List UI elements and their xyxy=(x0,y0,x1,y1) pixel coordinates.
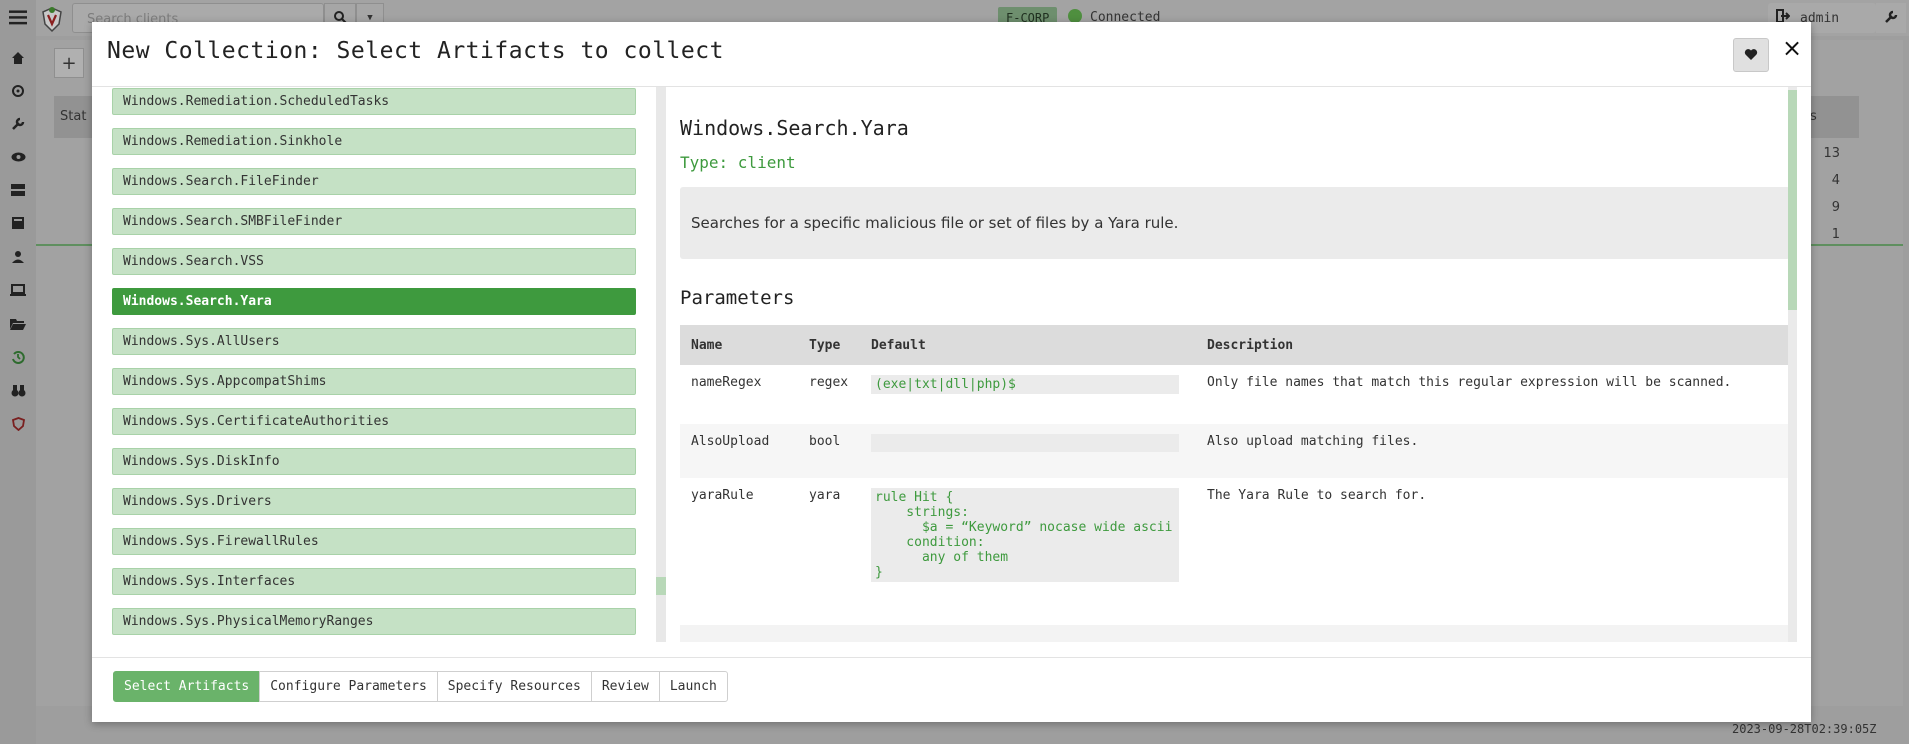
folder-open-icon[interactable] xyxy=(9,314,27,332)
history-icon[interactable] xyxy=(9,348,27,366)
artifact-list-item[interactable]: Windows.Search.VSS xyxy=(112,248,636,275)
param-type: regex xyxy=(809,375,849,390)
parameter-row-partial xyxy=(680,625,1790,642)
step-launch-button[interactable]: Launch xyxy=(658,671,728,702)
modal-title: New Collection: Select Artifacts to coll… xyxy=(107,38,724,64)
parameter-row: yaraRule yara rule Hit { strings: $a = “… xyxy=(680,478,1790,596)
artifact-list-item[interactable]: Windows.Remediation.ScheduledTasks xyxy=(112,88,636,115)
hamburger-icon[interactable] xyxy=(9,8,27,26)
column-header-default: Default xyxy=(860,325,1196,365)
artifact-list-item[interactable]: Windows.Sys.Drivers xyxy=(112,488,636,515)
eye-icon[interactable] xyxy=(9,148,27,166)
step-specify-resources-button[interactable]: Specify Resources xyxy=(436,671,592,702)
new-collection-modal: New Collection: Select Artifacts to coll… xyxy=(92,22,1811,722)
connection-status-icon xyxy=(1068,9,1082,23)
param-default-value: (exe|txt|dll|php)$ xyxy=(871,375,1179,394)
artifact-list-item[interactable]: Windows.Sys.AppcompatShims xyxy=(112,368,636,395)
app-sidebar xyxy=(0,0,36,744)
param-type: yara xyxy=(809,488,841,503)
home-icon[interactable] xyxy=(9,49,27,67)
param-default-cell: (exe|txt|dll|php)$ xyxy=(860,365,1196,424)
column-header-description: Description xyxy=(1196,325,1790,365)
shield-icon[interactable] xyxy=(9,415,27,433)
artifact-list: Windows.Remediation.ScheduledTasks Window… xyxy=(112,87,636,642)
param-description: The Yara Rule to search for. xyxy=(1207,488,1427,503)
param-description: Also upload matching files. xyxy=(1196,424,1790,478)
artifact-list-item[interactable]: Windows.Remediation.Sinkhole xyxy=(112,128,636,155)
artifact-list-item[interactable]: Windows.Sys.DiskInfo xyxy=(112,448,636,475)
step-review-button[interactable]: Review xyxy=(590,671,660,702)
step-select-artifacts-button[interactable]: Select Artifacts xyxy=(113,671,261,702)
artifact-list-item[interactable]: Windows.Sys.PhysicalMemoryRanges xyxy=(112,608,636,635)
param-name: yaraRule xyxy=(691,488,754,503)
app-logo xyxy=(41,5,63,33)
artifact-type: Type: client xyxy=(680,153,796,172)
step-configure-parameters-button[interactable]: Configure Parameters xyxy=(259,671,438,702)
modal-body: Windows.Remediation.ScheduledTasks Window… xyxy=(92,87,1811,642)
artifact-list-item[interactable]: Windows.Sys.FirewallRules xyxy=(112,528,636,555)
param-default-value xyxy=(871,434,1179,452)
parameters-table: Name Type Default Description nameRegex … xyxy=(680,325,1790,596)
parameter-row: AlsoUpload bool Also upload matching fil… xyxy=(680,424,1790,478)
artifact-list-item[interactable]: Windows.Sys.AllUsers xyxy=(112,328,636,355)
artifact-list-item[interactable]: Windows.Search.SMBFileFinder xyxy=(112,208,636,235)
artifact-list-item[interactable]: Windows.Search.Yara xyxy=(112,288,636,315)
artifact-list-item[interactable]: Windows.Search.FileFinder xyxy=(112,168,636,195)
param-default-cell xyxy=(860,424,1196,478)
param-default-cell: rule Hit { strings: $a = “Keyword” nocas… xyxy=(860,478,1196,596)
crosshair-icon[interactable] xyxy=(9,82,27,100)
artifact-list-scrollbar[interactable] xyxy=(656,87,666,642)
artifact-list-item[interactable]: Windows.Sys.Interfaces xyxy=(112,568,636,595)
binoculars-icon[interactable] xyxy=(9,381,27,399)
column-header-type: Type xyxy=(798,325,860,365)
server-icon[interactable] xyxy=(9,181,27,199)
param-name: AlsoUpload xyxy=(680,424,798,478)
artifact-list-item[interactable]: Windows.Sys.CertificateAuthorities xyxy=(112,408,636,435)
modal-footer: Select Artifacts Configure Parameters Spec… xyxy=(92,657,1811,723)
user-icon[interactable] xyxy=(9,248,27,266)
heart-icon xyxy=(1744,46,1758,65)
param-type: bool xyxy=(798,424,860,478)
detail-scroll-thumb[interactable] xyxy=(1788,90,1797,310)
column-header-name: Name xyxy=(680,325,798,365)
artifact-detail: Windows.Search.Yara Type: client Searche… xyxy=(680,87,1790,642)
background-header-end: s xyxy=(1810,109,1817,124)
modal-header: New Collection: Select Artifacts to coll… xyxy=(92,22,1811,87)
param-description: Only file names that match this regular … xyxy=(1207,375,1732,390)
wrench-icon xyxy=(1884,9,1898,28)
background-header-status: Stat xyxy=(60,109,87,124)
close-button[interactable]: × xyxy=(1782,34,1802,62)
server-timestamp: 2023-09-28T02:39:05Z xyxy=(1732,722,1877,736)
parameters-heading: Parameters xyxy=(680,287,795,309)
param-default-code: rule Hit { strings: $a = “Keyword” nocas… xyxy=(871,488,1179,582)
favorite-button[interactable] xyxy=(1733,38,1769,72)
artifact-list-scroll-thumb[interactable] xyxy=(656,577,666,595)
artifact-description: Searches for a specific malicious file o… xyxy=(680,187,1790,259)
wizard-steps: Select Artifacts Configure Parameters Spec… xyxy=(113,671,728,702)
param-name: nameRegex xyxy=(691,375,762,390)
artifact-title: Windows.Search.Yara xyxy=(680,116,909,140)
wrench-icon[interactable] xyxy=(9,115,27,133)
add-button[interactable]: + xyxy=(54,48,84,78)
laptop-icon[interactable] xyxy=(9,281,27,299)
book-icon[interactable] xyxy=(9,214,27,232)
settings-button[interactable] xyxy=(1876,3,1906,33)
parameter-row: nameRegex regex (exe|txt|dll|php)$ Only … xyxy=(680,365,1790,424)
